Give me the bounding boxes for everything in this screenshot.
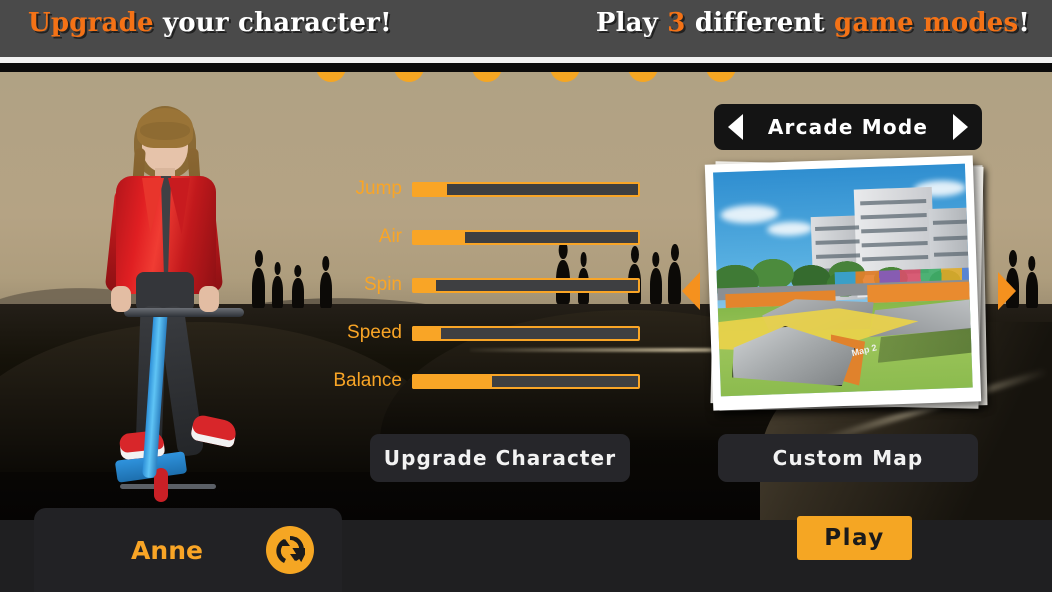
map-card-front[interactable]: Map 2 bbox=[704, 155, 982, 411]
stat-track-spin bbox=[412, 277, 640, 293]
promo-banner: Upgrade your character! Play 3 different… bbox=[0, 0, 1052, 57]
stat-row-air: Air bbox=[330, 224, 640, 250]
game-mode-title: Arcade Mode bbox=[767, 115, 929, 139]
map-prev-chevron-left-icon[interactable] bbox=[682, 272, 700, 310]
chevron-left-icon[interactable] bbox=[728, 114, 743, 140]
stat-track-balance bbox=[412, 373, 640, 389]
stat-row-jump: Jump bbox=[330, 176, 640, 202]
banner-right-mid: different bbox=[685, 8, 835, 38]
chevron-right-icon[interactable] bbox=[953, 114, 968, 140]
stat-fill-air bbox=[412, 229, 466, 245]
upgrade-character-button[interactable]: Upgrade Character bbox=[370, 434, 630, 482]
banner-right-post: ! bbox=[1018, 8, 1030, 38]
game-main-menu: Jump Air Spin Speed Balance Arcade Mode … bbox=[0, 0, 1052, 592]
character-name: Anne bbox=[131, 535, 203, 565]
banner-left-rest: your character! bbox=[153, 8, 392, 38]
banner-right-pre: Play bbox=[595, 8, 668, 38]
stat-label-balance: Balance bbox=[333, 370, 402, 391]
banner-right-highlight: game modes bbox=[834, 8, 1019, 38]
stat-row-spin: Spin bbox=[330, 272, 640, 298]
character-stats: Jump Air Spin Speed Balance bbox=[330, 176, 640, 416]
stat-label-spin: Spin bbox=[363, 274, 402, 295]
game-mode-selector: Arcade Mode bbox=[714, 104, 982, 150]
stat-label-air: Air bbox=[378, 226, 402, 247]
banner-right-number: 3 bbox=[667, 8, 686, 38]
stat-fill-balance bbox=[412, 373, 493, 389]
character-name-panel: Anne bbox=[34, 508, 342, 592]
stat-track-air bbox=[412, 229, 640, 245]
custom-map-button[interactable]: Custom Map bbox=[718, 434, 978, 482]
stat-row-speed: Speed bbox=[330, 320, 640, 346]
refresh-swap-icon[interactable] bbox=[266, 526, 314, 574]
stat-label-speed: Speed bbox=[347, 322, 402, 343]
stat-track-jump bbox=[412, 181, 640, 197]
banner-text-right: Play 3 different game modes! bbox=[596, 8, 1030, 38]
play-button[interactable]: Play bbox=[797, 516, 912, 560]
stat-label-jump: Jump bbox=[355, 178, 402, 199]
banner-underbar bbox=[0, 63, 1052, 72]
stat-track-speed bbox=[412, 325, 640, 341]
character-model bbox=[58, 96, 268, 516]
stat-fill-spin bbox=[412, 277, 437, 293]
map-next-chevron-right-icon[interactable] bbox=[998, 272, 1016, 310]
map-preview-card[interactable]: Map 2 bbox=[704, 155, 995, 418]
stat-row-balance: Balance bbox=[330, 368, 640, 394]
banner-left-highlight: Upgrade bbox=[28, 8, 154, 38]
map-preview-image: Map 2 bbox=[713, 163, 973, 397]
stat-fill-jump bbox=[412, 181, 448, 197]
stat-fill-speed bbox=[412, 325, 441, 341]
banner-divider bbox=[0, 57, 1052, 63]
banner-text-left: Upgrade your character! bbox=[28, 8, 392, 38]
